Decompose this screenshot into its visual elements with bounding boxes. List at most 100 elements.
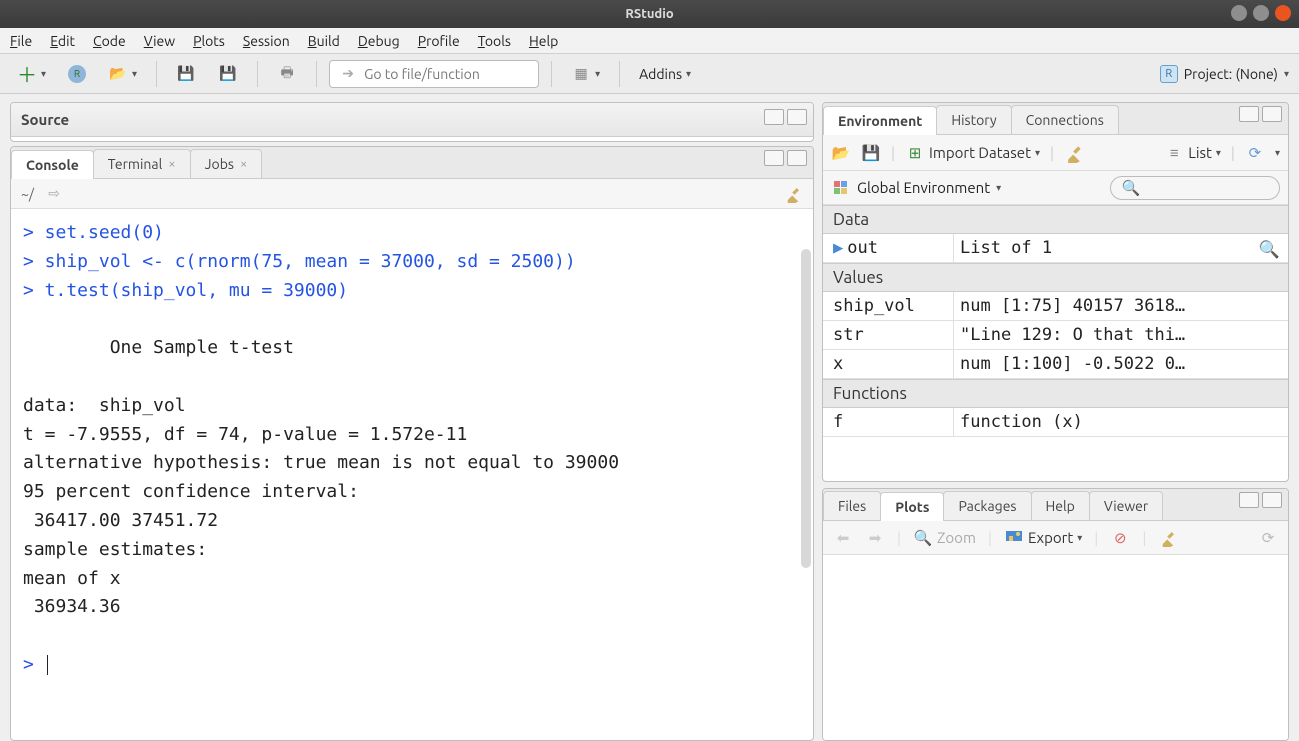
project-menu[interactable]: R Project: (None) ▾: [1160, 65, 1289, 83]
menu-plots[interactable]: Plots: [193, 33, 225, 49]
chevron-down-icon: ▾: [1077, 532, 1082, 544]
source-panel: Source: [10, 102, 814, 142]
refresh-plots-icon[interactable]: ⟳: [1258, 528, 1278, 548]
env-row[interactable]: xnum [1:100] -0.5022 0…: [823, 350, 1288, 379]
menu-debug[interactable]: Debug: [358, 33, 400, 49]
menu-code[interactable]: Code: [93, 33, 126, 49]
save-workspace-icon[interactable]: 💾: [861, 143, 881, 163]
env-variables: Data▶outList of 1🔍Valuesship_volnum [1:7…: [823, 205, 1288, 481]
window-close-button[interactable]: [1275, 5, 1291, 21]
tab-connections[interactable]: Connections: [1011, 105, 1119, 134]
env-section-functions: Functions: [823, 379, 1288, 408]
env-var-name: str: [823, 321, 953, 349]
tab-history[interactable]: History: [936, 105, 1011, 134]
view-mode-button[interactable]: ≡ List ▾: [1164, 143, 1221, 163]
new-project-button[interactable]: R: [61, 60, 93, 88]
tab-viewer[interactable]: Viewer: [1089, 491, 1163, 520]
prev-plot-icon[interactable]: ⬅: [833, 528, 853, 548]
load-workspace-icon[interactable]: 📂: [831, 143, 851, 163]
menu-file[interactable]: File: [10, 33, 32, 49]
tab-terminal[interactable]: Terminal×: [93, 149, 191, 178]
r-project-icon: R: [1160, 65, 1178, 83]
pane-restore-button[interactable]: [1239, 492, 1259, 508]
chevron-down-icon: ▾: [41, 68, 46, 80]
clear-console-icon[interactable]: [783, 184, 803, 204]
env-row[interactable]: ffunction (x): [823, 408, 1288, 437]
clear-workspace-icon[interactable]: [1064, 143, 1084, 163]
env-row[interactable]: str"Line 129: O that thi…: [823, 321, 1288, 350]
console-subtoolbar: ~/ ⇨: [11, 179, 813, 209]
goto-wd-icon[interactable]: ⇨: [44, 184, 64, 204]
folder-open-icon: 📂: [108, 64, 128, 84]
clear-plots-icon[interactable]: [1158, 528, 1178, 548]
window-maximize-button[interactable]: [1253, 5, 1269, 21]
search-icon: 🔍: [1121, 178, 1141, 198]
chevron-down-icon: ▾: [686, 68, 691, 80]
tab-environment[interactable]: Environment: [823, 106, 937, 135]
new-file-button[interactable]: ＋ ▾: [10, 60, 53, 88]
env-row[interactable]: ▶outList of 1🔍: [823, 234, 1288, 263]
tab-help[interactable]: Help: [1031, 491, 1090, 520]
tab-packages[interactable]: Packages: [943, 491, 1031, 520]
console-cursor: [47, 655, 48, 675]
tab-plots[interactable]: Plots: [880, 492, 944, 521]
next-plot-icon[interactable]: ➡: [865, 528, 885, 548]
env-row[interactable]: ship_volnum [1:75] 40157 3618…: [823, 292, 1288, 321]
menu-edit[interactable]: Edit: [50, 33, 75, 49]
menu-profile[interactable]: Profile: [418, 33, 460, 49]
remove-plot-icon[interactable]: ⊘: [1110, 528, 1130, 548]
env-var-value: num [1:75] 40157 3618…: [953, 292, 1288, 320]
scrollbar[interactable]: [801, 249, 811, 568]
menu-tools[interactable]: Tools: [478, 33, 511, 49]
menu-view[interactable]: View: [144, 33, 175, 49]
addins-button[interactable]: Addins ▾: [632, 60, 698, 88]
close-icon[interactable]: ×: [240, 157, 247, 171]
tab-jobs[interactable]: Jobs×: [190, 149, 263, 178]
pane-restore-button[interactable]: [1239, 106, 1259, 122]
pane-restore-button[interactable]: [764, 150, 784, 166]
refresh-icon[interactable]: ⟳: [1245, 143, 1265, 163]
env-var-value: "Line 129: O that thi…: [953, 321, 1288, 349]
grid-view-button[interactable]: ▦ ▾: [564, 60, 607, 88]
console-command-line: > set.seed(0): [23, 222, 164, 243]
goto-file-input[interactable]: ➔ Go to file/function: [329, 60, 539, 88]
console-output-line: One Sample t-test: [23, 337, 294, 358]
window-minimize-button[interactable]: [1231, 5, 1247, 21]
tab-console[interactable]: Console: [11, 150, 94, 179]
grid-icon: ▦: [571, 64, 591, 84]
menu-session[interactable]: Session: [243, 33, 290, 49]
chevron-down-icon: ▾: [595, 68, 600, 80]
open-file-button[interactable]: 📂 ▾: [101, 60, 144, 88]
zoom-button[interactable]: 🔍 Zoom: [913, 528, 976, 548]
env-section-values: Values: [823, 263, 1288, 292]
expand-icon[interactable]: ▶: [833, 238, 843, 258]
console-output[interactable]: > set.seed(0) > ship_vol <- c(rnorm(75, …: [11, 209, 813, 740]
menu-help[interactable]: Help: [529, 33, 558, 49]
pane-maximize-button[interactable]: [787, 150, 807, 166]
inspect-icon[interactable]: 🔍: [1259, 240, 1280, 260]
console-command-line: > ship_vol <- c(rnorm(75, mean = 37000, …: [23, 251, 576, 272]
pane-maximize-button[interactable]: [1262, 106, 1282, 122]
env-scope-button[interactable]: Global Environment ▾: [831, 178, 1001, 198]
close-icon[interactable]: ×: [168, 157, 175, 171]
chevron-down-icon: ▾: [996, 182, 1001, 194]
import-dataset-button[interactable]: ⊞ Import Dataset ▾: [905, 143, 1040, 163]
chevron-down-icon: ▾: [1216, 147, 1221, 159]
save-button[interactable]: 💾: [169, 60, 203, 88]
save-all-button[interactable]: 💾: [211, 60, 245, 88]
console-command-line: >: [23, 654, 45, 675]
title-bar: RStudio: [0, 0, 1299, 28]
br-tabs: FilesPlotsPackagesHelpViewer: [823, 489, 1288, 521]
console-cwd: ~/: [21, 186, 34, 202]
export-button[interactable]: Export ▾: [1004, 528, 1082, 548]
pane-maximize-button[interactable]: [787, 109, 807, 125]
pane-restore-button[interactable]: [764, 109, 784, 125]
print-button[interactable]: 🖶: [270, 60, 304, 88]
pane-maximize-button[interactable]: [1262, 492, 1282, 508]
tab-files[interactable]: Files: [823, 491, 881, 520]
menu-build[interactable]: Build: [308, 33, 340, 49]
console-output-line: alternative hypothesis: true mean is not…: [23, 452, 619, 473]
env-section-data: Data: [823, 205, 1288, 234]
env-search-input[interactable]: 🔍: [1110, 176, 1280, 200]
goto-placeholder-text: Go to file/function: [364, 66, 480, 82]
